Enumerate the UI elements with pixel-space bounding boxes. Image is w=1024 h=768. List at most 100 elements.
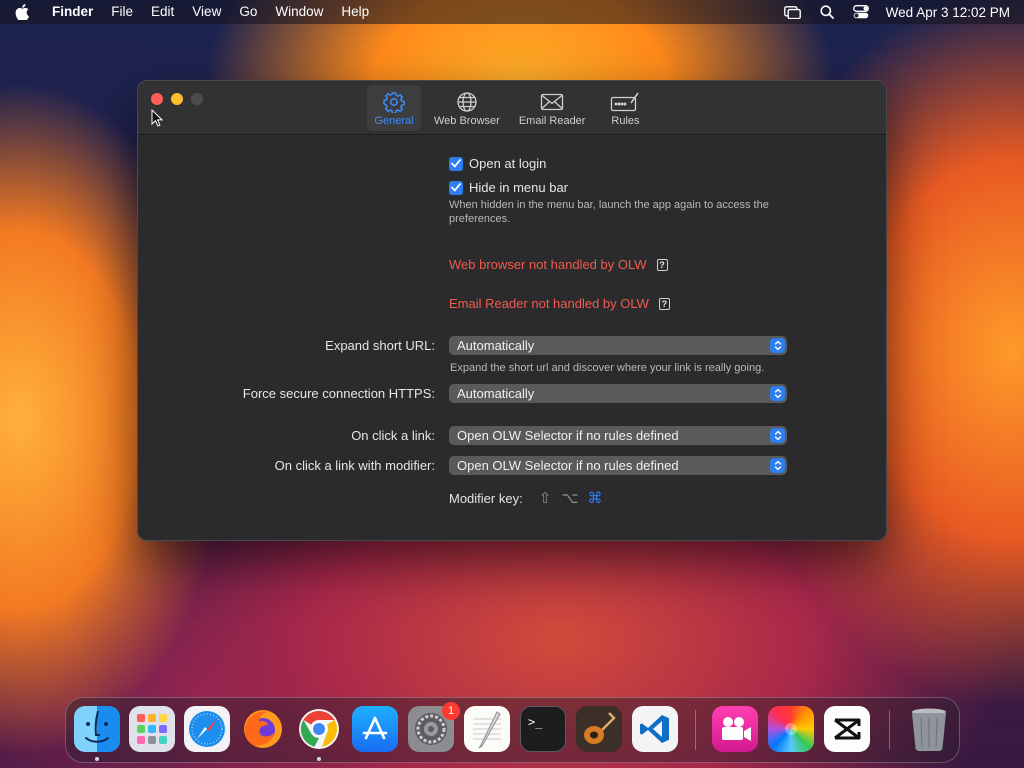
tab-rules[interactable]: Rules — [598, 85, 652, 131]
dock-screen-recorder[interactable] — [712, 706, 758, 752]
expand-short-url-label: Expand short URL: — [325, 338, 435, 353]
menu-view[interactable]: View — [183, 0, 230, 24]
dock-separator — [889, 710, 890, 750]
modifier-key-group: ⇧ ⌥ ⌘ — [536, 489, 604, 507]
web-browser-help-button[interactable]: ? — [656, 258, 668, 271]
dock-finder[interactable] — [74, 706, 120, 752]
tab-general-label: General — [374, 115, 414, 127]
window-titlebar: General Web Browser Email Reader Rules — [138, 81, 886, 135]
safari-icon — [189, 711, 225, 747]
general-pane: Open at login Hide in menu bar When hidd… — [138, 136, 886, 540]
preferences-toolbar: General Web Browser Email Reader Rules — [367, 85, 659, 131]
zoom-button — [191, 93, 203, 105]
menu-clock[interactable]: Wed Apr 3 12:02 PM — [878, 5, 1010, 20]
capcut-icon — [834, 718, 861, 740]
tab-web-browser-label: Web Browser — [434, 115, 500, 127]
dock: 1 >_ — [65, 697, 960, 763]
email-reader-help-button[interactable]: ? — [658, 297, 670, 310]
textedit-icon — [473, 711, 501, 749]
terminal-prompt-icon: >_ — [528, 715, 543, 729]
hide-in-menu-bar-label: Hide in menu bar — [469, 180, 568, 195]
traffic-lights — [151, 93, 203, 105]
email-reader-warning: Email Reader not handled by OLW — [449, 296, 649, 311]
guitar-icon — [584, 712, 616, 744]
menu-window[interactable]: Window — [266, 0, 332, 24]
apple-menu-icon[interactable] — [0, 4, 44, 20]
dock-textedit[interactable] — [464, 706, 510, 752]
mouse-cursor-icon — [151, 108, 164, 132]
hide-in-menu-bar-checkbox[interactable] — [449, 180, 463, 195]
dock-vscode[interactable] — [632, 706, 678, 752]
chevron-up-down-icon — [770, 458, 785, 473]
menu-edit[interactable]: Edit — [142, 0, 183, 24]
dock-chrome[interactable] — [296, 706, 342, 752]
rules-icon — [610, 89, 640, 115]
menu-app-name[interactable]: Finder — [44, 0, 102, 24]
globe-icon — [456, 89, 478, 115]
gear-icon — [383, 89, 405, 115]
app-store-icon — [362, 716, 388, 740]
preferences-window: General Web Browser Email Reader Rules O… — [137, 80, 887, 541]
dock-terminal[interactable]: >_ — [520, 706, 566, 752]
menu-file[interactable]: File — [102, 0, 142, 24]
tab-web-browser[interactable]: Web Browser — [428, 85, 506, 131]
launchpad-icon — [137, 714, 167, 744]
menu-help[interactable]: Help — [332, 0, 378, 24]
dock-capcut[interactable] — [824, 706, 870, 752]
on-click-link-modifier-label: On click a link with modifier: — [274, 458, 435, 473]
expand-short-url-popup[interactable]: Automatically — [449, 336, 787, 355]
envelope-icon — [540, 89, 564, 115]
dock-safari[interactable] — [184, 706, 230, 752]
dock-trash[interactable] — [906, 706, 952, 752]
tab-general[interactable]: General — [367, 85, 421, 131]
force-https-popup[interactable]: Automatically — [449, 384, 787, 403]
dock-photos[interactable] — [768, 706, 814, 752]
force-https-value: Automatically — [457, 386, 535, 401]
dock-firefox[interactable] — [240, 706, 286, 752]
firefox-icon — [244, 710, 282, 748]
option-key-toggle[interactable]: ⌥ — [561, 489, 579, 507]
system-settings-badge: 1 — [442, 702, 460, 720]
tab-email-reader-label: Email Reader — [518, 115, 586, 127]
open-at-login-row[interactable]: Open at login — [449, 156, 546, 171]
shift-key-toggle[interactable]: ⇧ — [536, 489, 554, 507]
chrome-icon — [299, 709, 339, 749]
email-reader-warning-row: Email Reader not handled by OLW ? — [449, 296, 670, 311]
expand-short-url-value: Automatically — [457, 338, 535, 353]
search-icon[interactable] — [810, 5, 844, 19]
chevron-up-down-icon — [770, 338, 785, 353]
web-browser-warning: Web browser not handled by OLW — [449, 257, 647, 272]
vscode-icon — [640, 715, 669, 743]
dock-garageband[interactable] — [576, 706, 622, 752]
tab-rules-label: Rules — [611, 115, 640, 127]
on-click-link-modifier-value: Open OLW Selector if no rules defined — [457, 458, 679, 473]
finder-icon — [85, 710, 109, 743]
chrome-running-indicator — [317, 757, 321, 761]
open-at-login-checkbox[interactable] — [449, 156, 463, 171]
menu-go[interactable]: Go — [230, 0, 266, 24]
force-https-label: Force secure connection HTTPS: — [242, 386, 435, 401]
close-button[interactable] — [151, 93, 163, 105]
trash-icon — [912, 708, 946, 751]
chevron-up-down-icon — [770, 428, 785, 443]
dock-launchpad[interactable] — [129, 706, 175, 752]
dock-separator — [695, 710, 696, 750]
on-click-link-modifier-popup[interactable]: Open OLW Selector if no rules defined — [449, 456, 787, 475]
control-center-icon[interactable] — [844, 5, 878, 19]
minimize-button[interactable] — [171, 93, 183, 105]
on-click-link-value: Open OLW Selector if no rules defined — [457, 428, 679, 443]
hide-in-menu-bar-hint: When hidden in the menu bar, launch the … — [449, 199, 769, 225]
finder-running-indicator — [95, 757, 99, 761]
chevron-up-down-icon — [770, 386, 785, 401]
command-key-toggle[interactable]: ⌘ — [586, 489, 604, 507]
open-at-login-label: Open at login — [469, 156, 547, 171]
dock-app-store[interactable] — [352, 706, 398, 752]
expand-short-url-hint: Expand the short url and discover where … — [450, 362, 765, 374]
screen-mirroring-icon[interactable] — [776, 5, 810, 19]
menu-bar: Finder File Edit View Go Window Help Wed… — [0, 0, 1024, 24]
hide-in-menu-bar-row[interactable]: Hide in menu bar — [449, 180, 568, 195]
tab-email-reader[interactable]: Email Reader — [513, 85, 592, 131]
web-browser-warning-row: Web browser not handled by OLW ? — [449, 257, 668, 272]
video-camera-icon — [722, 717, 751, 741]
on-click-link-popup[interactable]: Open OLW Selector if no rules defined — [449, 426, 787, 445]
